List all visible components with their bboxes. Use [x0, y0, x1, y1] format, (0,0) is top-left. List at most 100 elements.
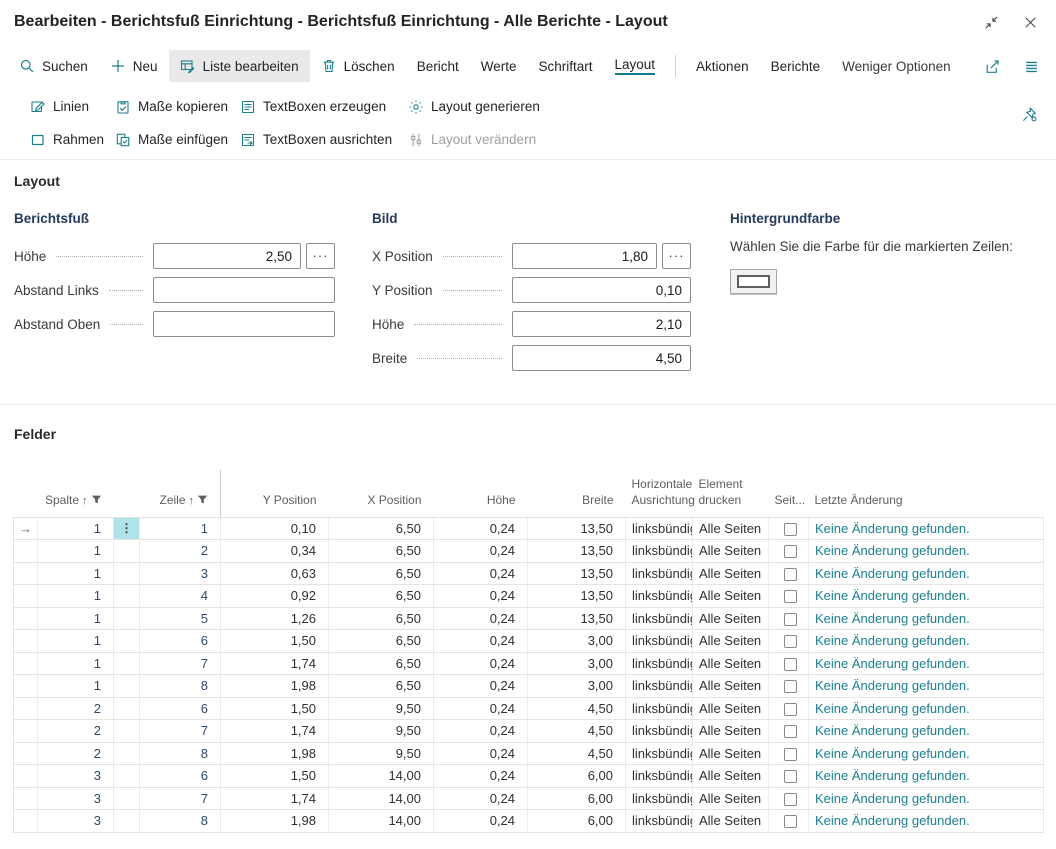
header-spalte[interactable]: Spalte↑ — [38, 470, 114, 517]
cell-hoehe[interactable]: 0,24 — [434, 765, 528, 788]
cell-hoehe[interactable]: 0,24 — [434, 787, 528, 810]
seite-checkbox[interactable] — [784, 523, 797, 536]
cell-letzte[interactable]: Keine Änderung gefunden. — [809, 742, 1044, 765]
cell-breite[interactable]: 6,00 — [528, 765, 626, 788]
cell-breite[interactable]: 3,00 — [528, 630, 626, 653]
cell-breite[interactable]: 13,50 — [528, 540, 626, 563]
cell-x[interactable]: 6,50 — [329, 517, 434, 540]
cell-letzte[interactable]: Keine Änderung gefunden. — [809, 517, 1044, 540]
cell-ausrichtung[interactable]: linksbündig — [626, 607, 693, 630]
cell-x[interactable]: 6,50 — [329, 630, 434, 653]
cell-x[interactable]: 6,50 — [329, 652, 434, 675]
cell-menu[interactable] — [114, 697, 140, 720]
seite-checkbox[interactable] — [784, 545, 797, 558]
menu-layout-selected[interactable]: Layout — [604, 50, 667, 82]
header-breite[interactable]: Breite — [528, 470, 626, 517]
cell-seite[interactable] — [769, 652, 809, 675]
cell-zeile[interactable]: 3 — [140, 562, 221, 585]
cell-seite[interactable] — [769, 787, 809, 810]
cell-drucken[interactable]: Alle Seiten — [693, 675, 769, 698]
seite-checkbox[interactable] — [784, 703, 797, 716]
cell-breite[interactable]: 13,50 — [528, 517, 626, 540]
cell-breite[interactable]: 6,00 — [528, 787, 626, 810]
cell-drucken[interactable]: Alle Seiten — [693, 585, 769, 608]
cell-letzte[interactable]: Keine Änderung gefunden. — [809, 765, 1044, 788]
menu-schriftart[interactable]: Schriftart — [527, 50, 603, 82]
cell-x[interactable]: 14,00 — [329, 787, 434, 810]
cell-y[interactable]: 1,74 — [221, 652, 329, 675]
hoehe-assist-edit-button[interactable]: ··· — [306, 243, 335, 269]
cell-hoehe[interactable]: 0,24 — [434, 675, 528, 698]
cell-drucken[interactable]: Alle Seiten — [693, 607, 769, 630]
header-horizontale-ausrichtung[interactable]: Horizontale Ausrichtung — [626, 470, 693, 517]
cell-menu[interactable] — [114, 720, 140, 743]
cell-y[interactable]: 1,98 — [221, 675, 329, 698]
layout-veraendern-button[interactable]: Layout verändern — [408, 123, 638, 156]
cell-menu[interactable] — [114, 540, 140, 563]
cell-hoehe[interactable]: 0,24 — [434, 652, 528, 675]
cell-ausrichtung[interactable]: linksbündig — [626, 765, 693, 788]
cell-y[interactable]: 0,34 — [221, 540, 329, 563]
cell-spalte[interactable]: 1 — [38, 630, 114, 653]
cell-seite[interactable] — [769, 765, 809, 788]
cell-ausrichtung[interactable]: linksbündig — [626, 742, 693, 765]
cell-hoehe[interactable]: 0,24 — [434, 810, 528, 833]
cell-y[interactable]: 0,63 — [221, 562, 329, 585]
cell-spalte[interactable]: 1 — [38, 517, 114, 540]
cell-hoehe[interactable]: 0,24 — [434, 742, 528, 765]
cell-letzte[interactable]: Keine Änderung gefunden. — [809, 540, 1044, 563]
cell-drucken[interactable]: Alle Seiten — [693, 540, 769, 563]
cell-breite[interactable]: 4,50 — [528, 697, 626, 720]
cell-ausrichtung[interactable]: linksbündig — [626, 630, 693, 653]
cell-zeile[interactable]: 8 — [140, 742, 221, 765]
cell-seite[interactable] — [769, 810, 809, 833]
seite-checkbox[interactable] — [784, 793, 797, 806]
cell-spalte[interactable]: 1 — [38, 540, 114, 563]
cell-drucken[interactable]: Alle Seiten — [693, 720, 769, 743]
masse-kopieren-button[interactable]: Maße kopieren — [115, 90, 240, 123]
cell-seite[interactable] — [769, 540, 809, 563]
cell-breite[interactable]: 4,50 — [528, 720, 626, 743]
cell-hoehe[interactable]: 0,24 — [434, 697, 528, 720]
close-icon[interactable] — [1023, 15, 1038, 30]
cell-ausrichtung[interactable]: linksbündig — [626, 720, 693, 743]
cell-menu[interactable] — [114, 742, 140, 765]
seite-checkbox[interactable] — [784, 590, 797, 603]
cell-hoehe[interactable]: 0,24 — [434, 517, 528, 540]
cell-zeile[interactable]: 6 — [140, 697, 221, 720]
cell-breite[interactable]: 6,00 — [528, 810, 626, 833]
cell-seite[interactable] — [769, 585, 809, 608]
seite-checkbox[interactable] — [784, 635, 797, 648]
cell-x[interactable]: 14,00 — [329, 810, 434, 833]
cell-hoehe[interactable]: 0,24 — [434, 562, 528, 585]
cell-menu[interactable] — [114, 675, 140, 698]
seite-checkbox[interactable] — [784, 815, 797, 828]
cell-ausrichtung[interactable]: linksbündig — [626, 540, 693, 563]
cell-zeile[interactable]: 7 — [140, 652, 221, 675]
cell-hoehe[interactable]: 0,24 — [434, 630, 528, 653]
cell-spalte[interactable]: 3 — [38, 765, 114, 788]
cell-zeile[interactable]: 7 — [140, 720, 221, 743]
cell-drucken[interactable]: Alle Seiten — [693, 787, 769, 810]
seite-checkbox[interactable] — [784, 770, 797, 783]
seite-checkbox[interactable] — [784, 613, 797, 626]
cell-seite[interactable] — [769, 697, 809, 720]
cell-x[interactable]: 6,50 — [329, 540, 434, 563]
hoehe-input[interactable] — [153, 243, 301, 269]
cell-breite[interactable]: 13,50 — [528, 607, 626, 630]
textboxen-erzeugen-button[interactable]: TextBoxen erzeugen — [240, 90, 408, 123]
cell-breite[interactable]: 13,50 — [528, 562, 626, 585]
menu-aktionen[interactable]: Aktionen — [685, 50, 760, 82]
cell-zeile[interactable]: 8 — [140, 810, 221, 833]
cell-y[interactable]: 1,50 — [221, 630, 329, 653]
cell-ausrichtung[interactable]: linksbündig — [626, 675, 693, 698]
cell-spalte[interactable]: 3 — [38, 810, 114, 833]
cell-x[interactable]: 6,50 — [329, 562, 434, 585]
breite-input[interactable] — [512, 345, 691, 371]
cell-ausrichtung[interactable]: linksbündig — [626, 562, 693, 585]
cell-seite[interactable] — [769, 675, 809, 698]
cell-y[interactable]: 1,50 — [221, 765, 329, 788]
y-position-input[interactable] — [512, 277, 691, 303]
cell-letzte[interactable]: Keine Änderung gefunden. — [809, 697, 1044, 720]
cell-ausrichtung[interactable]: linksbündig — [626, 697, 693, 720]
